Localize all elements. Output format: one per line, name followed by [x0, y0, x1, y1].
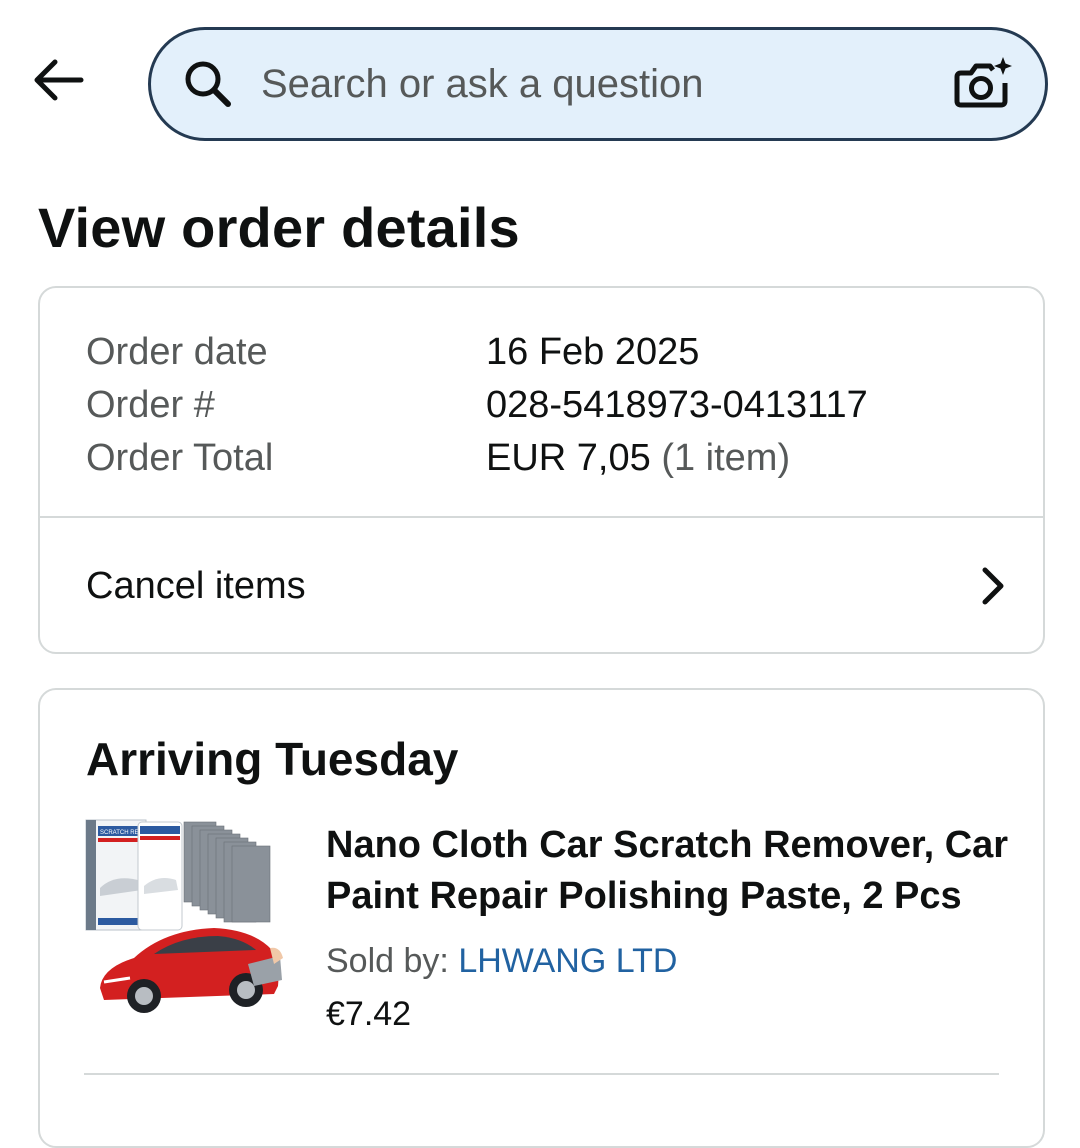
back-button[interactable] — [28, 52, 88, 108]
order-number-row: Order # 028-5418973-0413117 — [86, 379, 1003, 432]
seller-link[interactable]: LHWANG LTD — [458, 942, 677, 980]
search-input[interactable] — [261, 61, 953, 107]
product-image[interactable]: SCRATCH REMOVER — [84, 818, 284, 1018]
cancel-items-button[interactable]: Cancel items — [40, 518, 1043, 654]
shipment-title: Arriving Tuesday — [86, 733, 459, 785]
order-number-value: 028-5418973-0413117 — [486, 384, 868, 426]
arrow-left-icon — [34, 59, 84, 101]
divider — [84, 1073, 999, 1075]
order-summary-card: Order date 16 Feb 2025 Order # 028-54189… — [38, 286, 1045, 654]
search-bar[interactable] — [148, 27, 1048, 141]
order-date-row: Order date 16 Feb 2025 — [86, 326, 1003, 379]
product-price: €7.42 — [326, 995, 412, 1033]
order-summary-rows: Order date 16 Feb 2025 Order # 028-54189… — [86, 326, 1003, 485]
order-item-count: (1 item) — [651, 437, 790, 480]
page-title: View order details — [38, 196, 520, 259]
order-item-count-text: (1 item) — [661, 437, 791, 479]
order-date-value: 16 Feb 2025 — [486, 331, 700, 373]
order-total-label: Order Total — [86, 437, 274, 479]
sold-by-label: Sold by: — [326, 942, 449, 980]
order-number-label: Order # — [86, 384, 215, 426]
cancel-items-label: Cancel items — [86, 564, 306, 607]
chevron-right-icon — [982, 567, 1004, 605]
sold-by-line: Sold by: LHWANG LTD — [326, 942, 1016, 981]
order-date-label: Order date — [86, 331, 268, 373]
product-info: Nano Cloth Car Scratch Remover, Car Pain… — [326, 820, 1016, 1034]
product-title-link[interactable]: Nano Cloth Car Scratch Remover, Car Pain… — [326, 820, 1016, 922]
shipment-card: Arriving Tuesday SCRATCH REMOVER Nano Cl… — [38, 688, 1045, 1148]
camera-icon[interactable] — [953, 55, 1015, 113]
top-bar — [0, 0, 1080, 170]
order-total-value: EUR 7,05 — [486, 437, 651, 479]
order-total-row: Order Total EUR 7,05 (1 item) — [86, 432, 1003, 485]
search-icon[interactable] — [181, 57, 235, 111]
